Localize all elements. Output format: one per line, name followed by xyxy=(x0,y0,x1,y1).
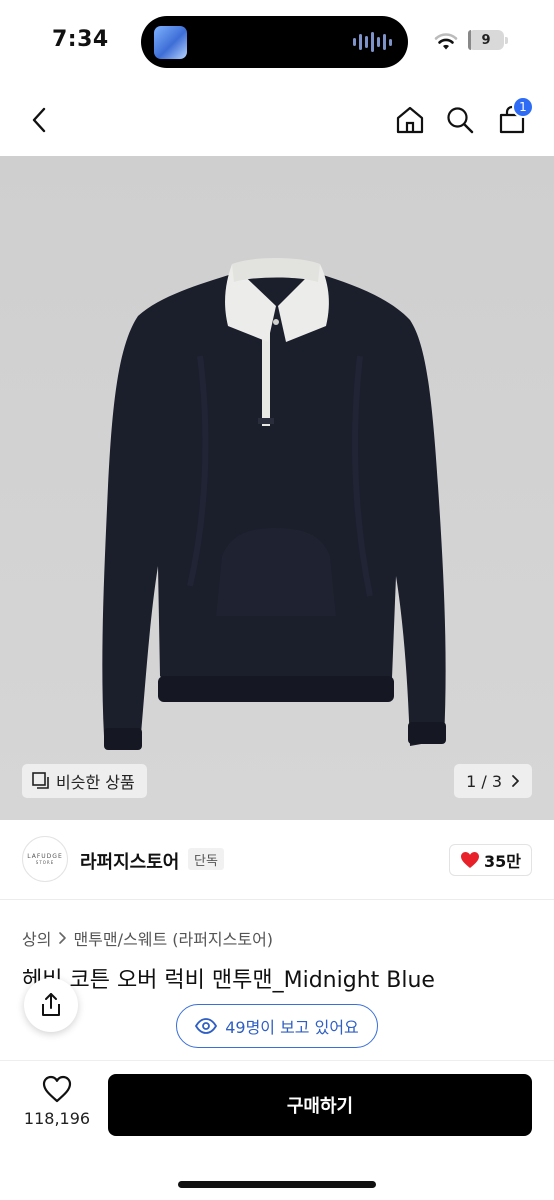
breadcrumb-category[interactable]: 상의 xyxy=(22,926,51,950)
wishlist-button[interactable]: 118,196 xyxy=(20,1075,94,1139)
audio-waveform-icon xyxy=(353,31,392,53)
chevron-right-icon xyxy=(512,775,519,787)
seller-logo-text: LAFUDGE xyxy=(27,853,63,860)
image-page-indicator[interactable]: 1 / 3 xyxy=(454,764,532,798)
store-like-count: 35만 xyxy=(484,852,521,871)
wishlist-count: 118,196 xyxy=(23,1109,91,1128)
eye-icon xyxy=(195,1018,218,1034)
image-page-count: 1 / 3 xyxy=(466,771,502,791)
navigation-bar: 1 xyxy=(0,86,554,156)
seller-logo-subtext: STORE xyxy=(35,860,55,865)
home-button[interactable] xyxy=(390,100,430,140)
heart-outline-icon xyxy=(42,1075,72,1103)
live-viewers-text: 49명이 보고 있어요 xyxy=(225,1018,359,1037)
status-time: 7:34 xyxy=(52,27,109,52)
seller-logo[interactable]: LAFUDGE STORE xyxy=(22,836,68,882)
bottom-action-bar: 118,196 구매하기 xyxy=(0,1060,554,1200)
now-playing-artwork xyxy=(154,26,187,59)
chevron-left-icon xyxy=(32,107,46,133)
status-bar: 7:34 9 xyxy=(0,0,554,86)
breadcrumb-chevron-icon xyxy=(59,932,67,944)
product-title: 헤비 코튼 오버 럭비 맨투맨_Midnight Blue xyxy=(22,968,435,993)
seller-row: LAFUDGE STORE 라퍼지스토어 단독 35만 xyxy=(0,820,554,900)
breadcrumb-subcategory[interactable]: 맨투맨/스웨트 (라퍼지스토어) xyxy=(73,926,273,950)
back-button[interactable] xyxy=(20,100,60,140)
battery-percentage: 9 xyxy=(481,32,491,48)
battery-level xyxy=(468,30,472,50)
similar-products-button[interactable]: 비슷한 상품 xyxy=(22,764,147,798)
search-icon xyxy=(447,107,474,134)
seller-name[interactable]: 라퍼지스토어 xyxy=(80,848,179,874)
exclusive-badge: 단독 xyxy=(188,848,224,870)
wifi-icon xyxy=(434,33,458,50)
share-icon xyxy=(42,993,60,1016)
search-button[interactable] xyxy=(440,100,480,140)
similar-products-label: 비슷한 상품 xyxy=(56,773,135,792)
home-icon xyxy=(396,106,424,134)
cart-count-badge: 1 xyxy=(512,96,534,118)
battery-indicator: 9 xyxy=(468,30,508,50)
store-like-button[interactable]: 35만 xyxy=(449,844,532,876)
home-indicator[interactable] xyxy=(178,1181,376,1188)
product-image[interactable]: 비슷한 상품 1 / 3 xyxy=(0,156,554,820)
similar-products-icon xyxy=(32,772,49,789)
sweatshirt-illustration xyxy=(0,156,554,820)
cart-button[interactable]: 1 xyxy=(492,96,534,140)
share-button[interactable] xyxy=(24,978,78,1032)
buy-button[interactable]: 구매하기 xyxy=(108,1074,532,1136)
battery-cap xyxy=(505,37,508,44)
rating-row-partial xyxy=(22,1048,282,1060)
heart-filled-icon xyxy=(461,852,479,868)
dynamic-island[interactable] xyxy=(141,16,408,68)
breadcrumb: 상의 맨투맨/스웨트 (라퍼지스토어) xyxy=(22,926,273,950)
live-viewers-pill: 49명이 보고 있어요 xyxy=(176,1004,378,1048)
